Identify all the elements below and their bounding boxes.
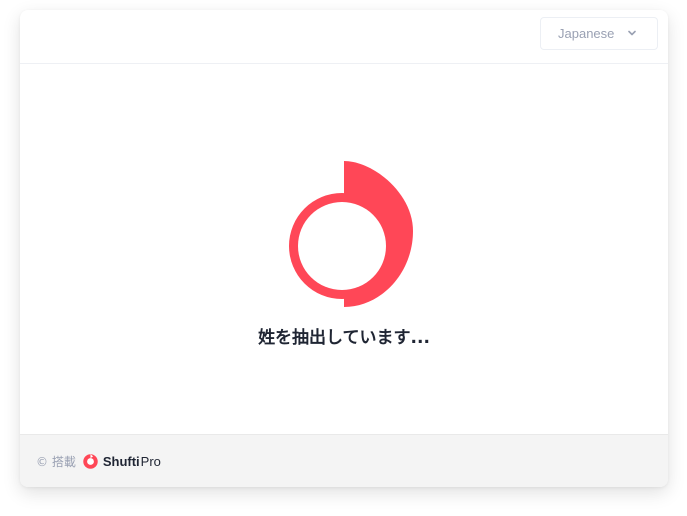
status-message: 姓を抽出しています... [258,328,430,348]
powered-by-label: © 搭載 [36,454,76,469]
spinner-icon [289,161,413,307]
language-select[interactable]: Japanese [540,17,658,50]
brand-suffix: Pro [140,453,161,469]
chevron-down-icon [628,30,636,36]
card-footer: © 搭載 Shufti Pro [20,434,668,487]
verification-card: Japanese 姓を抽出しています... © 搭載 Shufti Pro [20,10,668,487]
brand-name: Shufti [102,453,140,469]
language-select-value: Japanese [558,26,615,41]
card-header: Japanese [20,10,668,64]
shufti-logo-icon [83,453,98,469]
